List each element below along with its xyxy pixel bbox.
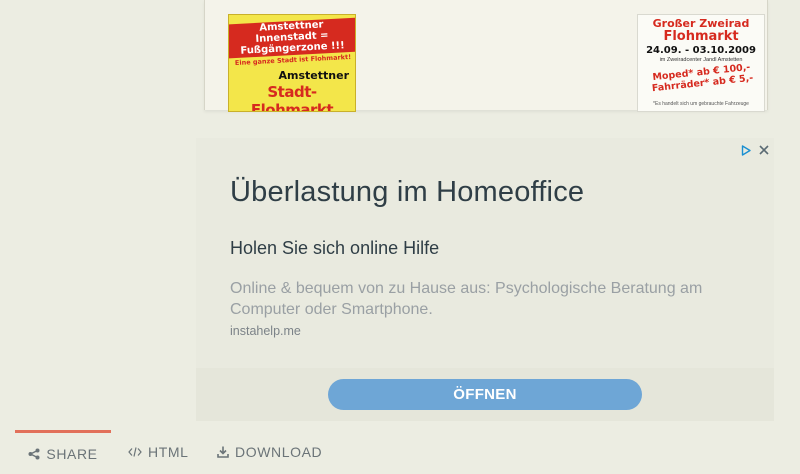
share-bar: SHARE HTML DOWNLOAD xyxy=(0,430,800,474)
poster-right-line2: Flohmarkt xyxy=(663,29,739,44)
poster-left-line3: Amstettner xyxy=(278,69,349,82)
download-icon xyxy=(217,446,229,458)
ad-subheadline[interactable]: Holen Sie sich online Hilfe xyxy=(230,238,439,259)
tab-share-label: SHARE xyxy=(46,445,98,462)
tab-share[interactable]: SHARE xyxy=(15,430,111,474)
adchoices-play-icon[interactable] xyxy=(740,144,752,156)
ad-domain[interactable]: instahelp.me xyxy=(230,324,301,338)
code-icon xyxy=(128,447,142,457)
poster-left-line1: Amstettner Innenstadt = Fußgängerzone !!… xyxy=(240,19,345,57)
tab-download[interactable]: DOWNLOAD xyxy=(217,430,322,474)
zweirad-flohmarkt-poster: Großer Zweirad Flohmarkt 24.09. - 03.10.… xyxy=(637,14,765,112)
stadt-flohmarkt-poster: Amstettner Innenstadt = Fußgängerzone !!… xyxy=(228,14,356,112)
ad-choices xyxy=(740,144,770,156)
tab-html-label: HTML xyxy=(148,444,189,460)
document-page: Amstettner Innenstadt = Fußgängerzone !!… xyxy=(204,0,768,112)
open-button[interactable]: ÖFFNEN xyxy=(328,379,642,410)
ad-body-text[interactable]: Online & bequem von zu Hause aus: Psycho… xyxy=(230,278,730,320)
share-icon xyxy=(28,448,40,460)
ad-headline[interactable]: Überlastung im Homeoffice xyxy=(230,176,584,209)
poster-right-line6: *Es handelt sich um gebrauchte Fahrzeuge xyxy=(653,101,749,107)
poster-right-line3: 24.09. - 03.10.2009 xyxy=(646,45,756,56)
ad-footer: ÖFFNEN xyxy=(196,368,774,421)
tab-download-label: DOWNLOAD xyxy=(235,444,323,460)
advertisement[interactable]: Überlastung im Homeoffice Holen Sie sich… xyxy=(196,138,774,421)
tab-html[interactable]: HTML xyxy=(128,430,189,474)
close-icon[interactable] xyxy=(758,144,770,156)
poster-right-line5: Moped* ab € 100,- Fahrräder* ab € 5,- xyxy=(651,61,754,95)
poster-left-line4: Stadt-Flohmarkt xyxy=(250,83,334,112)
